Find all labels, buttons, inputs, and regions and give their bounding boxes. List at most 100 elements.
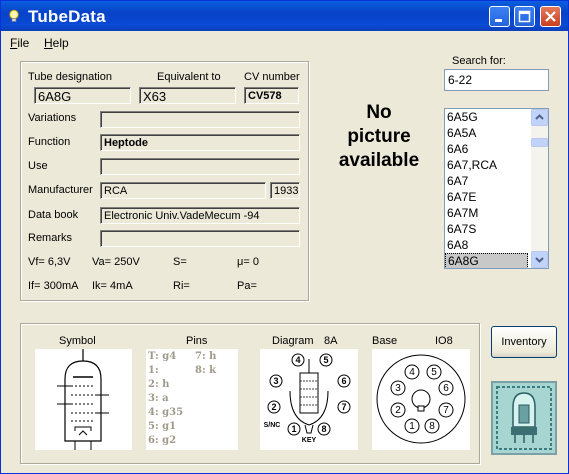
app-logo: [491, 381, 557, 455]
tube-listbox[interactable]: 6A5G 6A5A 6A6 6A7,RCA 6A7 6A7E 6A7M 6A7S 6A8 6A8G: [444, 108, 549, 269]
manufacturer-label: Manufacturer: [28, 184, 93, 196]
tube-list-item[interactable]: 6A5G: [445, 109, 530, 125]
tube-list-item[interactable]: 6A6: [445, 141, 530, 157]
variations-label: Variations: [28, 112, 77, 124]
base-diagram: 1 2 3 4 5 6 7 8: [372, 349, 470, 450]
tube-list-item[interactable]: 6A8: [445, 237, 530, 253]
mu-value: μ= 0: [237, 256, 259, 268]
lightbulb-icon: [9, 9, 19, 22]
databook-field: Electronic Univ.VadeMecum -94: [100, 207, 300, 224]
close-button[interactable]: [540, 6, 561, 27]
cv-label: CV number: [244, 71, 300, 83]
pin-diagram: 1 2 3 4 5 6 7 8 S/NC KEY: [260, 349, 358, 450]
cv-field: CV578: [244, 87, 299, 104]
va-value: Va= 250V: [92, 256, 140, 268]
diagram-pin-label: 6: [341, 376, 346, 386]
tube-list-item[interactable]: 6A5A: [445, 125, 530, 141]
base-code: IO8: [435, 335, 453, 347]
pins-label: Pins: [186, 335, 208, 347]
year-field: 1933: [270, 182, 300, 199]
scroll-down-button[interactable]: [531, 251, 548, 268]
list-scrollbar[interactable]: [531, 109, 548, 268]
use-label: Use: [28, 160, 48, 172]
menu-bar: File Help: [1, 32, 568, 52]
function-label: Function: [28, 136, 71, 148]
minimize-icon: [495, 19, 502, 22]
tube-list-item[interactable]: 6A7S: [445, 221, 530, 237]
remarks-label: Remarks: [28, 232, 73, 244]
function-field: Heptode: [100, 134, 300, 151]
base-pin-label: 6: [443, 383, 449, 394]
tube-list-item[interactable]: 6A8G: [445, 253, 528, 268]
pin-entry: 3: a: [148, 393, 169, 404]
no-picture-line3: available: [338, 150, 420, 171]
base-pin-label: 2: [395, 405, 401, 416]
diagram-snc-label: S/NC: [264, 422, 281, 429]
pin-entry: 8: k: [195, 365, 217, 376]
tube-symbol: [35, 349, 132, 450]
databook-label: Data book: [28, 209, 79, 221]
diagram-pin-label: 4: [295, 355, 300, 365]
maximize-icon: [518, 10, 531, 23]
diagram-code: 8A: [324, 335, 338, 347]
octal-base-icon: 1 2 3 4 5 6 7 8: [376, 354, 466, 444]
pa-value: Pa=: [237, 280, 257, 292]
base-label: Base: [372, 335, 398, 347]
tube-list-item[interactable]: 6A7M: [445, 205, 530, 221]
equivalent-field: X63: [139, 87, 236, 104]
pins-list: T: g4 7: h 1: 8: k 2: h 3: a 4: g35 5: g…: [146, 349, 238, 450]
heptode-symbol-icon: [57, 349, 109, 450]
diagram-label: Diagram: [272, 335, 314, 347]
manufacturer-field: RCA: [100, 182, 266, 199]
base-pin-label: 5: [431, 367, 437, 378]
diagram-pin-label: 2: [271, 402, 276, 412]
base-pin-label: 8: [429, 421, 435, 432]
tube-logo-icon: [493, 383, 555, 453]
menu-file[interactable]: File: [10, 36, 29, 50]
picture-placeholder: No picture available: [319, 101, 439, 173]
pin-entry: 6: g2: [148, 435, 177, 446]
if-value: If= 300mA: [28, 280, 79, 292]
remarks-field: [100, 230, 300, 247]
designation-field: 6A8G: [34, 87, 131, 104]
pin-entry: 5: g1: [148, 421, 177, 432]
diagram-pin-label: 8: [321, 424, 326, 434]
ik-value: Ik= 4mA: [92, 280, 133, 292]
vf-value: Vf= 6,3V: [28, 256, 71, 268]
diagram-key-label: KEY: [302, 437, 317, 444]
pin-entry: 4: g35: [148, 407, 184, 418]
diagram-pin-label: 5: [323, 355, 328, 365]
variations-field: [100, 111, 300, 128]
pin-entry: 2: h: [148, 379, 170, 390]
window-title: TubeData: [28, 7, 106, 26]
menu-help[interactable]: Help: [44, 36, 69, 50]
tube-list-item[interactable]: 6A7,RCA: [445, 157, 530, 173]
s-value: S=: [173, 256, 187, 268]
no-picture-line2: picture: [347, 126, 411, 147]
diagram-pin-label: 3: [273, 376, 278, 386]
maximize-button[interactable]: [514, 6, 535, 27]
title-bar[interactable]: TubeData: [1, 1, 568, 31]
scroll-thumb[interactable]: [531, 138, 548, 147]
pin-diagram-icon: 1 2 3 4 5 6 7 8 S/NC KEY: [264, 353, 351, 444]
base-pin-label: 1: [409, 421, 415, 432]
inventory-button[interactable]: Inventory: [491, 326, 557, 358]
minimize-button[interactable]: [489, 6, 510, 27]
tube-list-item[interactable]: 6A7E: [445, 189, 530, 205]
pin-entry: T: g4: [148, 351, 177, 362]
pin-entry: 1:: [148, 365, 159, 376]
no-picture-line1: No: [366, 102, 392, 123]
scroll-up-button[interactable]: [531, 109, 548, 126]
diagram-pin-label: 7: [341, 402, 346, 412]
equivalent-label: Equivalent to: [157, 71, 221, 83]
pin-entry: 7: h: [195, 351, 217, 362]
search-input[interactable]: 6-22: [444, 69, 549, 91]
base-pin-label: 4: [409, 367, 415, 378]
designation-label: Tube designation: [28, 71, 112, 83]
arrow-down-icon: [535, 257, 544, 263]
app-window: TubeData File Help Tube designation Equi…: [0, 0, 569, 474]
close-icon: [545, 11, 556, 22]
symbol-label: Symbol: [59, 335, 96, 347]
ri-value: Ri=: [173, 280, 190, 292]
tube-list-item[interactable]: 6A7: [445, 173, 530, 189]
